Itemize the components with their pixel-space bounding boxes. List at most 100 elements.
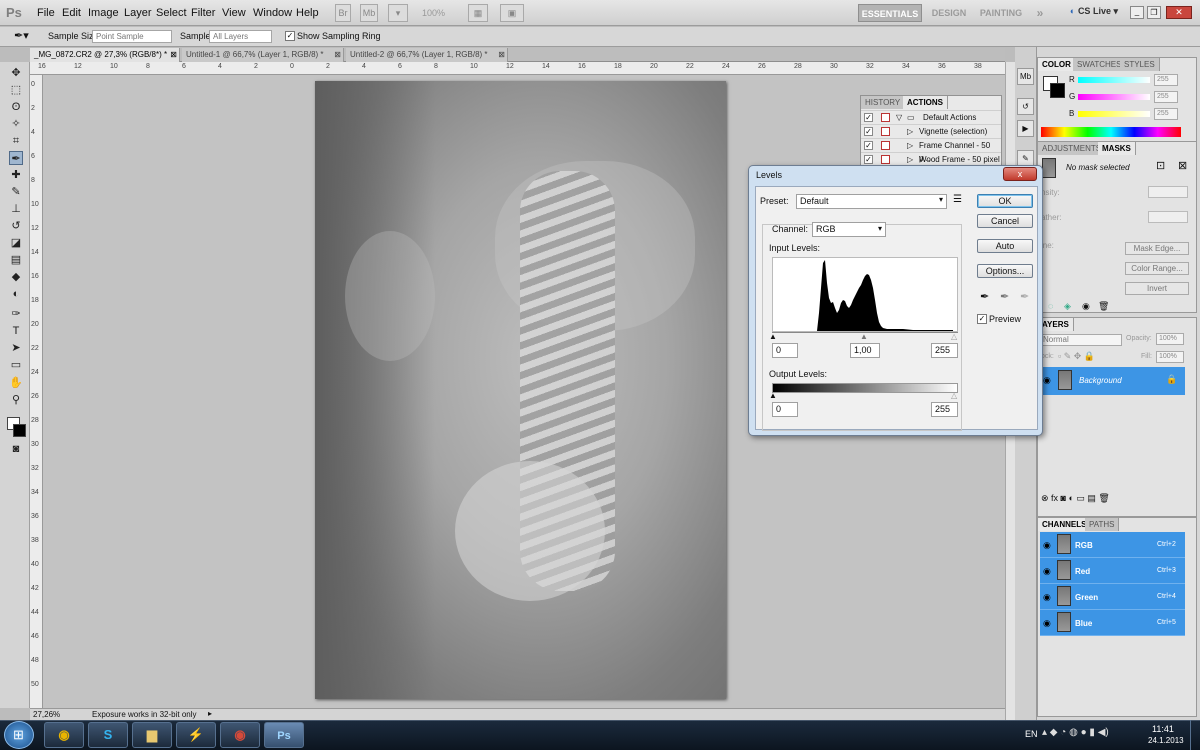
- photoshop-taskbar-icon[interactable]: Ps: [264, 722, 304, 748]
- preset-select[interactable]: Default: [796, 194, 947, 209]
- explorer-taskbar-icon[interactable]: ▆: [132, 722, 172, 748]
- start-button[interactable]: ⊞: [4, 721, 34, 749]
- tab-doc-2[interactable]: Untitled-1 @ 66,7% (Layer 1, RGB/8) * ⊠: [182, 48, 344, 62]
- preview-checkbox[interactable]: ✓: [977, 314, 987, 324]
- tab-color[interactable]: COLOR: [1038, 58, 1076, 71]
- density-field[interactable]: [1148, 186, 1188, 198]
- eye-icon[interactable]: ◉: [1043, 375, 1051, 386]
- quick-select-tool-icon[interactable]: ✧: [9, 117, 23, 131]
- input-black-slider[interactable]: ▲: [769, 332, 777, 341]
- vector-mask-icon[interactable]: ⊠: [1178, 159, 1187, 172]
- black-eyedropper-icon[interactable]: ✒: [980, 290, 989, 303]
- input-white-field[interactable]: 255: [931, 343, 958, 358]
- history-icon[interactable]: ↺: [1017, 98, 1034, 115]
- actions-icon[interactable]: ▶: [1017, 120, 1034, 137]
- pen-tool-icon[interactable]: ✑: [9, 307, 23, 321]
- eye-icon[interactable]: ◉: [1043, 566, 1051, 577]
- input-black-field[interactable]: 0: [772, 343, 798, 358]
- dialog-toggle-icon[interactable]: [881, 113, 890, 122]
- fill-field[interactable]: 100%: [1156, 351, 1184, 363]
- sample-select[interactable]: All Layers: [209, 30, 272, 43]
- tab-layers[interactable]: AYERS: [1038, 318, 1074, 331]
- tab-swatches[interactable]: SWATCHES: [1073, 58, 1127, 71]
- workspace-essentials[interactable]: ESSENTIALS: [858, 4, 922, 22]
- check-icon[interactable]: ✓: [864, 141, 873, 150]
- gradient-tool-icon[interactable]: ▤: [9, 253, 23, 267]
- input-gamma-slider[interactable]: ▲: [860, 332, 868, 341]
- close-icon[interactable]: ⊠: [334, 48, 341, 61]
- b-value-field[interactable]: 255: [1154, 108, 1178, 120]
- dialog-toggle-icon[interactable]: [881, 141, 890, 150]
- minimize-button[interactable]: _: [1130, 6, 1144, 19]
- winamp-taskbar-icon[interactable]: ⚡: [176, 722, 216, 748]
- feather-field[interactable]: [1148, 211, 1188, 223]
- restore-button[interactable]: ❐: [1147, 6, 1161, 19]
- trash-icon[interactable]: 🗑: [1098, 301, 1109, 312]
- b-slider[interactable]: [1078, 111, 1150, 117]
- menu-view[interactable]: View: [222, 7, 246, 19]
- tab-adjustments[interactable]: ADJUSTMENTS: [1038, 142, 1107, 155]
- tab-masks[interactable]: MASKS: [1098, 142, 1136, 155]
- blend-mode-select[interactable]: Normal: [1040, 334, 1122, 346]
- eyedropper-tool-icon[interactable]: ✒: [9, 151, 23, 165]
- bridge-button[interactable]: Br: [335, 4, 351, 22]
- tab-channels[interactable]: CHANNELS: [1038, 518, 1092, 531]
- color-ramp[interactable]: [1041, 127, 1181, 137]
- marquee-tool-icon[interactable]: ⬚: [9, 83, 23, 97]
- color-range-button[interactable]: Color Range...: [1125, 262, 1189, 275]
- eye-icon[interactable]: ◉: [1043, 592, 1051, 603]
- load-selection-icon[interactable]: ◌: [1048, 301, 1053, 311]
- chevron-right-icon[interactable]: ▷: [907, 139, 913, 152]
- menu-window[interactable]: Window: [253, 7, 292, 19]
- tab-actions[interactable]: ACTIONS: [903, 96, 948, 109]
- quick-mask-icon[interactable]: ◙: [9, 442, 23, 456]
- close-icon[interactable]: ⊠: [498, 48, 505, 61]
- more-workspaces-button[interactable]: »: [1033, 4, 1047, 22]
- chrome-taskbar-icon[interactable]: ◉: [44, 722, 84, 748]
- menu-file[interactable]: File: [37, 7, 55, 19]
- extras-icon[interactable]: ▾: [388, 4, 408, 22]
- check-icon[interactable]: ✓: [864, 113, 873, 122]
- eye-icon[interactable]: ◉: [1043, 540, 1051, 551]
- channel-row-green[interactable]: ◉ Green Ctrl+4: [1040, 584, 1185, 610]
- document-image[interactable]: [315, 81, 726, 699]
- action-row[interactable]: ✓ ▷ Vignette (selection): [861, 124, 1001, 138]
- lock-icons[interactable]: ▫ ✎ ✥ 🔒: [1058, 351, 1095, 362]
- channel-select[interactable]: RGB: [812, 222, 886, 237]
- eyedropper-tool-icon[interactable]: ✒▾: [14, 29, 29, 42]
- output-white-slider[interactable]: △: [951, 391, 957, 400]
- opacity-field[interactable]: 100%: [1156, 333, 1184, 345]
- close-icon[interactable]: ⊠: [170, 48, 177, 61]
- menu-filter[interactable]: Filter: [191, 7, 215, 19]
- brush-tool-icon[interactable]: ✎: [9, 185, 23, 199]
- background-color-swatch[interactable]: [1050, 83, 1065, 98]
- r-slider[interactable]: [1078, 77, 1150, 83]
- g-slider[interactable]: [1078, 94, 1150, 100]
- crop-tool-icon[interactable]: ⌗: [9, 134, 23, 148]
- menu-edit[interactable]: Edit: [62, 7, 81, 19]
- channel-row-blue[interactable]: ◉ Blue Ctrl+5: [1040, 610, 1185, 636]
- sample-size-select[interactable]: Point Sample: [92, 30, 172, 43]
- arrange-icon[interactable]: ▦: [468, 4, 488, 22]
- options-button[interactable]: Options...: [977, 264, 1033, 278]
- screen-mode-icon[interactable]: ▣: [500, 4, 524, 22]
- invert-button[interactable]: Invert: [1125, 282, 1189, 295]
- menu-select[interactable]: Select: [156, 7, 187, 19]
- status-zoom[interactable]: 27,26%: [33, 710, 60, 719]
- input-gamma-field[interactable]: 1,00: [850, 343, 880, 358]
- channel-row-rgb[interactable]: ◉ RGB Ctrl+2: [1040, 532, 1185, 558]
- tab-doc-3[interactable]: Untitled-2 @ 66,7% (Layer 1, RGB/8) * ⊠: [346, 48, 508, 62]
- zoom-level[interactable]: 100%: [422, 8, 445, 18]
- g-value-field[interactable]: 255: [1154, 91, 1178, 103]
- check-icon[interactable]: ✓: [864, 127, 873, 136]
- dialog-toggle-icon[interactable]: [881, 127, 890, 136]
- r-value-field[interactable]: 255: [1154, 74, 1178, 86]
- layer-name[interactable]: Background: [1079, 376, 1122, 385]
- history-brush-tool-icon[interactable]: ↺: [9, 219, 23, 233]
- ok-button[interactable]: OK: [977, 194, 1033, 208]
- language-indicator[interactable]: EN: [1025, 729, 1038, 739]
- hand-tool-icon[interactable]: ✋: [9, 376, 23, 390]
- dialog-toggle-icon[interactable]: [881, 155, 890, 164]
- minibridge-icon[interactable]: Mb: [1017, 68, 1034, 85]
- input-white-slider[interactable]: △: [951, 332, 957, 341]
